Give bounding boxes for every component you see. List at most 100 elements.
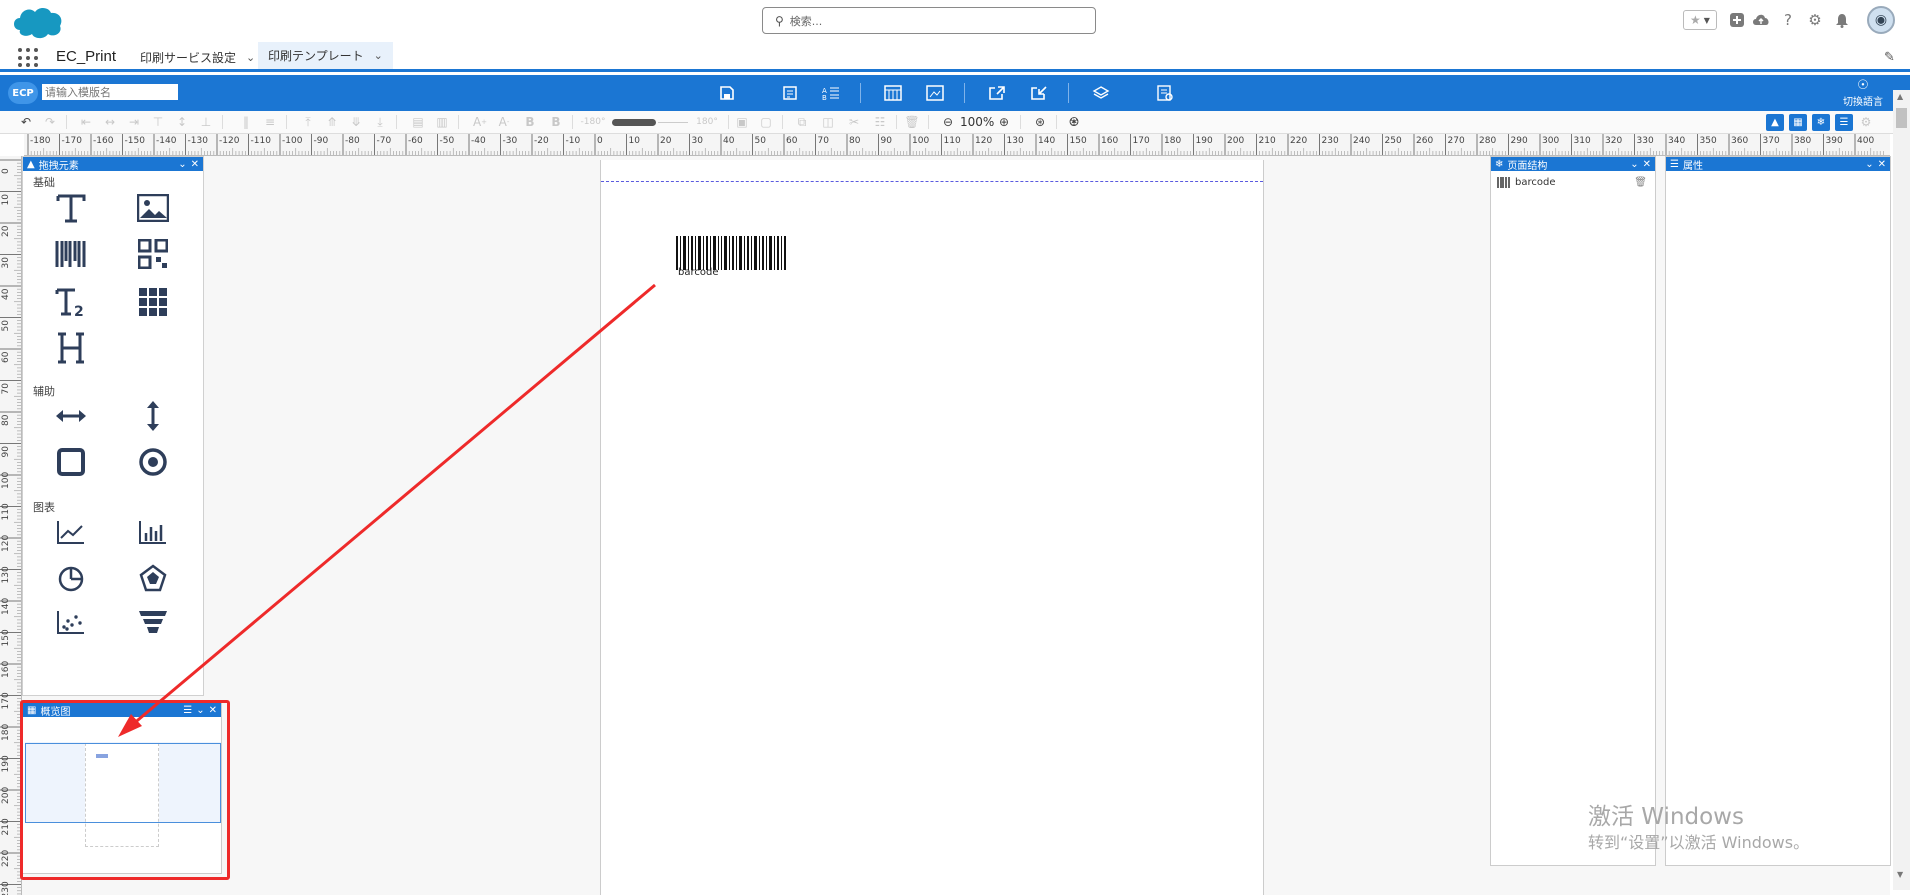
same-width-icon[interactable]: ▤: [410, 114, 426, 130]
panel-toggle-properties[interactable]: ☰: [1835, 114, 1853, 131]
lock-icon[interactable]: ▣: [734, 114, 750, 130]
import-icon[interactable]: [1026, 80, 1052, 106]
barcode-element[interactable]: barcode: [676, 236, 790, 282]
help-icon[interactable]: ?: [1779, 11, 1797, 29]
view-code-icon[interactable]: [1152, 80, 1178, 106]
edit-data-icon[interactable]: [777, 80, 803, 106]
tab-print-template[interactable]: 印刷テンプレート ⌄: [258, 42, 393, 72]
paste-icon[interactable]: ☷: [872, 114, 888, 130]
bring-top-icon[interactable]: ⤒: [300, 114, 316, 130]
funnel-chart-tool[interactable]: [133, 603, 173, 643]
align-middle-icon[interactable]: ↕: [174, 114, 190, 130]
bold-alt-icon[interactable]: B: [548, 114, 564, 130]
save-icon[interactable]: [714, 80, 740, 106]
cloud-upload-icon[interactable]: [1752, 11, 1770, 29]
collapse-icon[interactable]: ⌄: [1630, 159, 1638, 170]
distribute-vertical-icon[interactable]: ≡: [262, 114, 278, 130]
preview-icon[interactable]: [880, 80, 906, 106]
print-preview-icon[interactable]: [922, 80, 948, 106]
edit-nav-icon[interactable]: ✎: [1884, 50, 1895, 65]
cut-icon[interactable]: ✂: [846, 114, 862, 130]
ruler-label: 20: [1, 225, 11, 237]
global-search[interactable]: ⚲ 検索...: [762, 7, 1096, 34]
align-top-icon[interactable]: ⊤: [150, 114, 166, 130]
trash-icon[interactable]: 🗑: [1634, 177, 1647, 188]
scroll-down-icon[interactable]: ▼: [1897, 870, 1903, 879]
unlock-icon[interactable]: ▢: [758, 114, 774, 130]
bell-icon[interactable]: [1833, 11, 1851, 29]
scroll-up-icon[interactable]: ▲: [1897, 92, 1903, 101]
switch-language-button[interactable]: ☉ 切換語言: [1834, 78, 1892, 110]
radar-chart-tool[interactable]: [133, 559, 173, 599]
oval-tool[interactable]: [133, 443, 173, 483]
close-icon[interactable]: ✕: [1878, 159, 1886, 170]
bold-icon[interactable]: B: [522, 114, 538, 130]
font-decrease-icon[interactable]: A-: [496, 114, 512, 130]
align-center-icon[interactable]: ↔: [102, 114, 118, 130]
salesforce-logo[interactable]: [12, 4, 64, 40]
move-up-icon[interactable]: ⤊: [324, 114, 340, 130]
template-name-input[interactable]: [42, 84, 178, 100]
app-launcher-icon[interactable]: [18, 48, 40, 68]
layers-icon[interactable]: [1088, 80, 1114, 106]
table-tool[interactable]: [133, 283, 173, 323]
collapse-icon[interactable]: ⌄: [1865, 159, 1873, 170]
ruler-label: 400: [1857, 136, 1874, 146]
redo-icon[interactable]: ↷: [42, 114, 58, 130]
image-tool[interactable]: [133, 189, 173, 229]
section-basic-label: 基础: [33, 176, 55, 189]
gear-icon[interactable]: ⚙: [1806, 11, 1824, 29]
undo-icon[interactable]: ↶: [18, 114, 34, 130]
scatter-chart-tool[interactable]: [51, 603, 91, 643]
close-icon[interactable]: ✕: [191, 159, 199, 170]
export-icon[interactable]: [984, 80, 1010, 106]
collapse-icon[interactable]: ⌄: [178, 159, 186, 170]
close-icon[interactable]: ✕: [1643, 159, 1651, 170]
reset-zoom-icon[interactable]: ⊛: [1032, 114, 1048, 130]
barcode-tool[interactable]: [51, 235, 91, 275]
chevron-down-icon[interactable]: ⌄: [246, 51, 255, 64]
delete-icon[interactable]: 🗑: [904, 114, 920, 130]
zoom-out-icon[interactable]: ⊖: [940, 114, 956, 130]
rotate-slider[interactable]: [612, 119, 656, 126]
tab-print-service-settings[interactable]: 印刷サービス設定 ⌄: [130, 42, 265, 72]
text-tool[interactable]: [51, 189, 91, 229]
distribute-horizontal-icon[interactable]: ‖: [238, 114, 254, 130]
panel-toggle-structure[interactable]: ❄: [1812, 114, 1830, 131]
long-text-tool[interactable]: 2: [51, 283, 91, 323]
favorites-button[interactable]: ★ ▼: [1683, 10, 1717, 30]
format-brush-icon[interactable]: ♼: [1066, 114, 1082, 130]
ruler-label: -160: [93, 136, 114, 146]
vertical-line-tool[interactable]: [133, 397, 173, 437]
rect-tool[interactable]: [51, 443, 91, 483]
copy-icon[interactable]: ⧉: [794, 114, 810, 130]
qrcode-tool[interactable]: [133, 235, 173, 275]
move-down-icon[interactable]: ⤋: [348, 114, 364, 130]
settings-small-icon[interactable]: ⚙: [1858, 114, 1874, 130]
align-left-icon[interactable]: ⇤: [78, 114, 94, 130]
chevron-down-icon[interactable]: ⌄: [374, 49, 383, 62]
font-increase-icon[interactable]: A +: [472, 114, 488, 130]
line-chart-tool[interactable]: [51, 513, 91, 553]
pie-chart-tool[interactable]: [51, 559, 91, 599]
same-height-icon[interactable]: ▥: [434, 114, 450, 130]
html-tool[interactable]: [51, 329, 91, 369]
chevron-down-icon: ▼: [1703, 15, 1710, 25]
plus-icon[interactable]: [1728, 11, 1746, 29]
panel-toggle-thumbnail[interactable]: ▦: [1789, 114, 1807, 131]
send-bottom-icon[interactable]: ⤓: [372, 114, 388, 130]
group-icon[interactable]: ◫: [820, 114, 836, 130]
align-bottom-icon[interactable]: ⊥: [198, 114, 214, 130]
field-list-icon[interactable]: AB: [818, 80, 844, 106]
structure-item[interactable]: barcode 🗑: [1497, 175, 1647, 189]
vertical-scrollbar[interactable]: ▲ ▼: [1893, 90, 1910, 890]
ruler-label: 220: [1, 850, 11, 867]
horizontal-line-tool[interactable]: [51, 397, 91, 437]
scrollbar-thumb[interactable]: [1896, 108, 1907, 128]
bar-chart-tool[interactable]: [133, 513, 173, 553]
zoom-in-icon[interactable]: ⊕: [996, 114, 1012, 130]
panel-toggle-elements[interactable]: ▲: [1766, 114, 1784, 131]
align-right-icon[interactable]: ⇥: [126, 114, 142, 130]
avatar[interactable]: ◉: [1867, 6, 1895, 34]
star-icon: ★: [1690, 13, 1701, 27]
